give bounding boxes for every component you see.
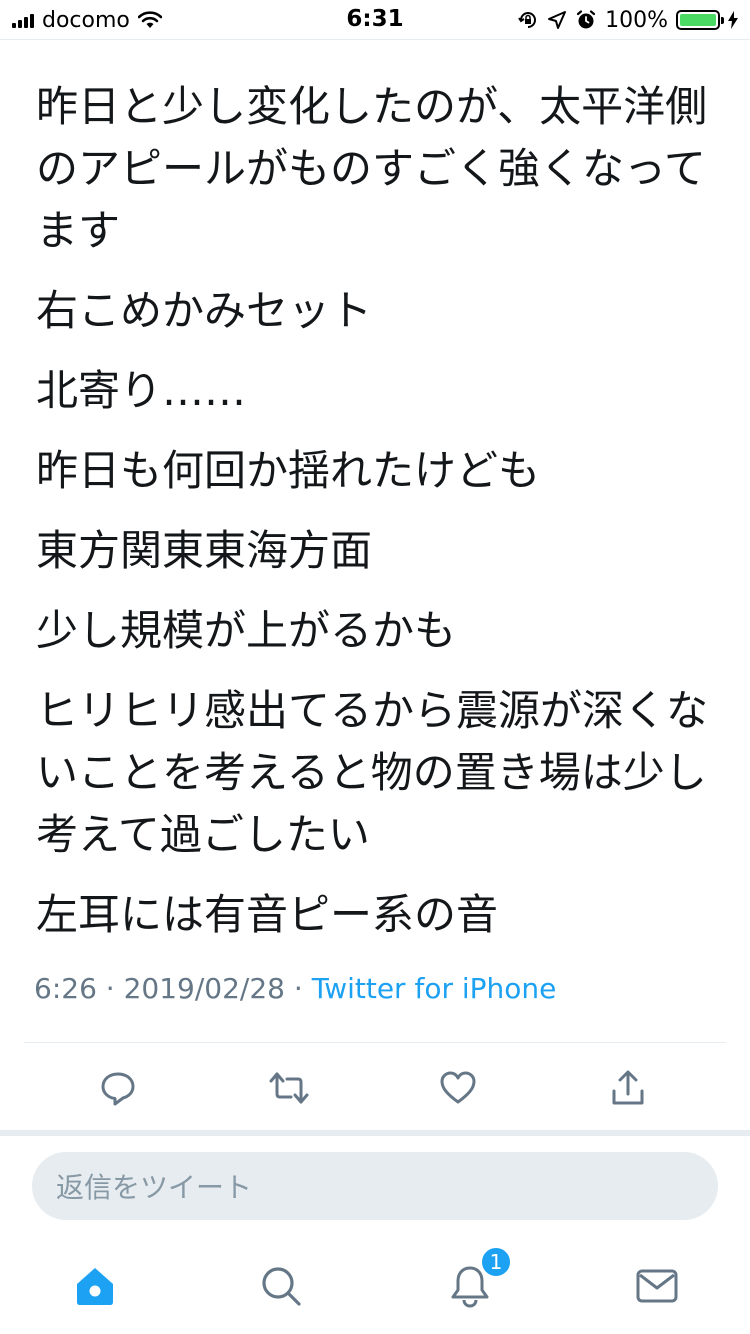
tweet-paragraph: 北寄り…… — [36, 366, 247, 415]
reply-button[interactable] — [90, 1060, 146, 1116]
tweet-paragraph: 左耳には有音ピー系の音 — [36, 890, 499, 939]
search-icon — [262, 1267, 301, 1306]
messages-icon — [636, 1269, 678, 1303]
share-icon — [612, 1070, 644, 1105]
tweet-paragraph: 昨日も何回か揺れたけども — [36, 446, 541, 495]
battery-icon — [676, 10, 724, 30]
reply-input[interactable]: 返信をツイート — [32, 1152, 718, 1220]
like-button[interactable] — [430, 1060, 486, 1116]
tweet-source-link[interactable]: Twitter for iPhone — [312, 972, 557, 1005]
tweet-time: 6:26 — [34, 972, 97, 1005]
tweet-paragraph: 右こめかみセット — [36, 286, 373, 335]
tab-notifications[interactable]: 1 — [440, 1246, 512, 1316]
like-icon — [440, 1071, 476, 1104]
tweet-text: 昨日と少し変化したのが、太平洋側のアピールがものすごく強くなってます 右こめかみ… — [36, 76, 716, 964]
status-bar-right: 100% — [517, 6, 738, 34]
status-bar: docomo 6:31 100% — [0, 0, 750, 40]
tweet-paragraph: ヒリヒリ感出てるから震源が深くないことを考えると物の置き場は少し考えて過ごしたい — [36, 686, 709, 859]
tweet-actions — [0, 1060, 750, 1116]
retweet-button[interactable] — [261, 1060, 317, 1116]
tweet-paragraph: 昨日と少し変化したのが、太平洋側のアピールがものすごく強くなってます — [36, 82, 708, 255]
meta-separator: · — [293, 972, 303, 1005]
location-arrow-icon — [548, 11, 567, 29]
reply-placeholder: 返信をツイート — [56, 1171, 253, 1204]
divider — [0, 1130, 750, 1136]
alarm-icon — [576, 10, 596, 29]
orientation-lock-icon — [518, 12, 537, 28]
reply-icon — [101, 1072, 135, 1106]
notification-badge: 1 — [480, 1246, 512, 1278]
tweet-metadata: 6:26 · 2019/02/28 · Twitter for iPhone — [34, 972, 556, 1005]
meta-separator: · — [105, 972, 115, 1005]
home-icon — [77, 1268, 113, 1305]
tweet-date: 2019/02/28 — [123, 972, 285, 1005]
bottom-tab-bar: 1 — [0, 1246, 750, 1334]
share-button[interactable] — [600, 1060, 656, 1116]
tab-home[interactable] — [65, 1256, 125, 1316]
charging-bolt-icon — [728, 11, 738, 29]
tab-messages[interactable] — [627, 1256, 687, 1316]
tab-search[interactable] — [251, 1256, 311, 1316]
tweet-paragraph: 少し規模が上がるかも — [36, 606, 457, 655]
divider — [24, 1042, 726, 1043]
retweet-icon — [269, 1072, 309, 1104]
battery-percent: 100% — [605, 7, 668, 33]
tweet-paragraph: 東方関東東海方面 — [36, 526, 373, 575]
battery-level-fill — [680, 14, 716, 26]
